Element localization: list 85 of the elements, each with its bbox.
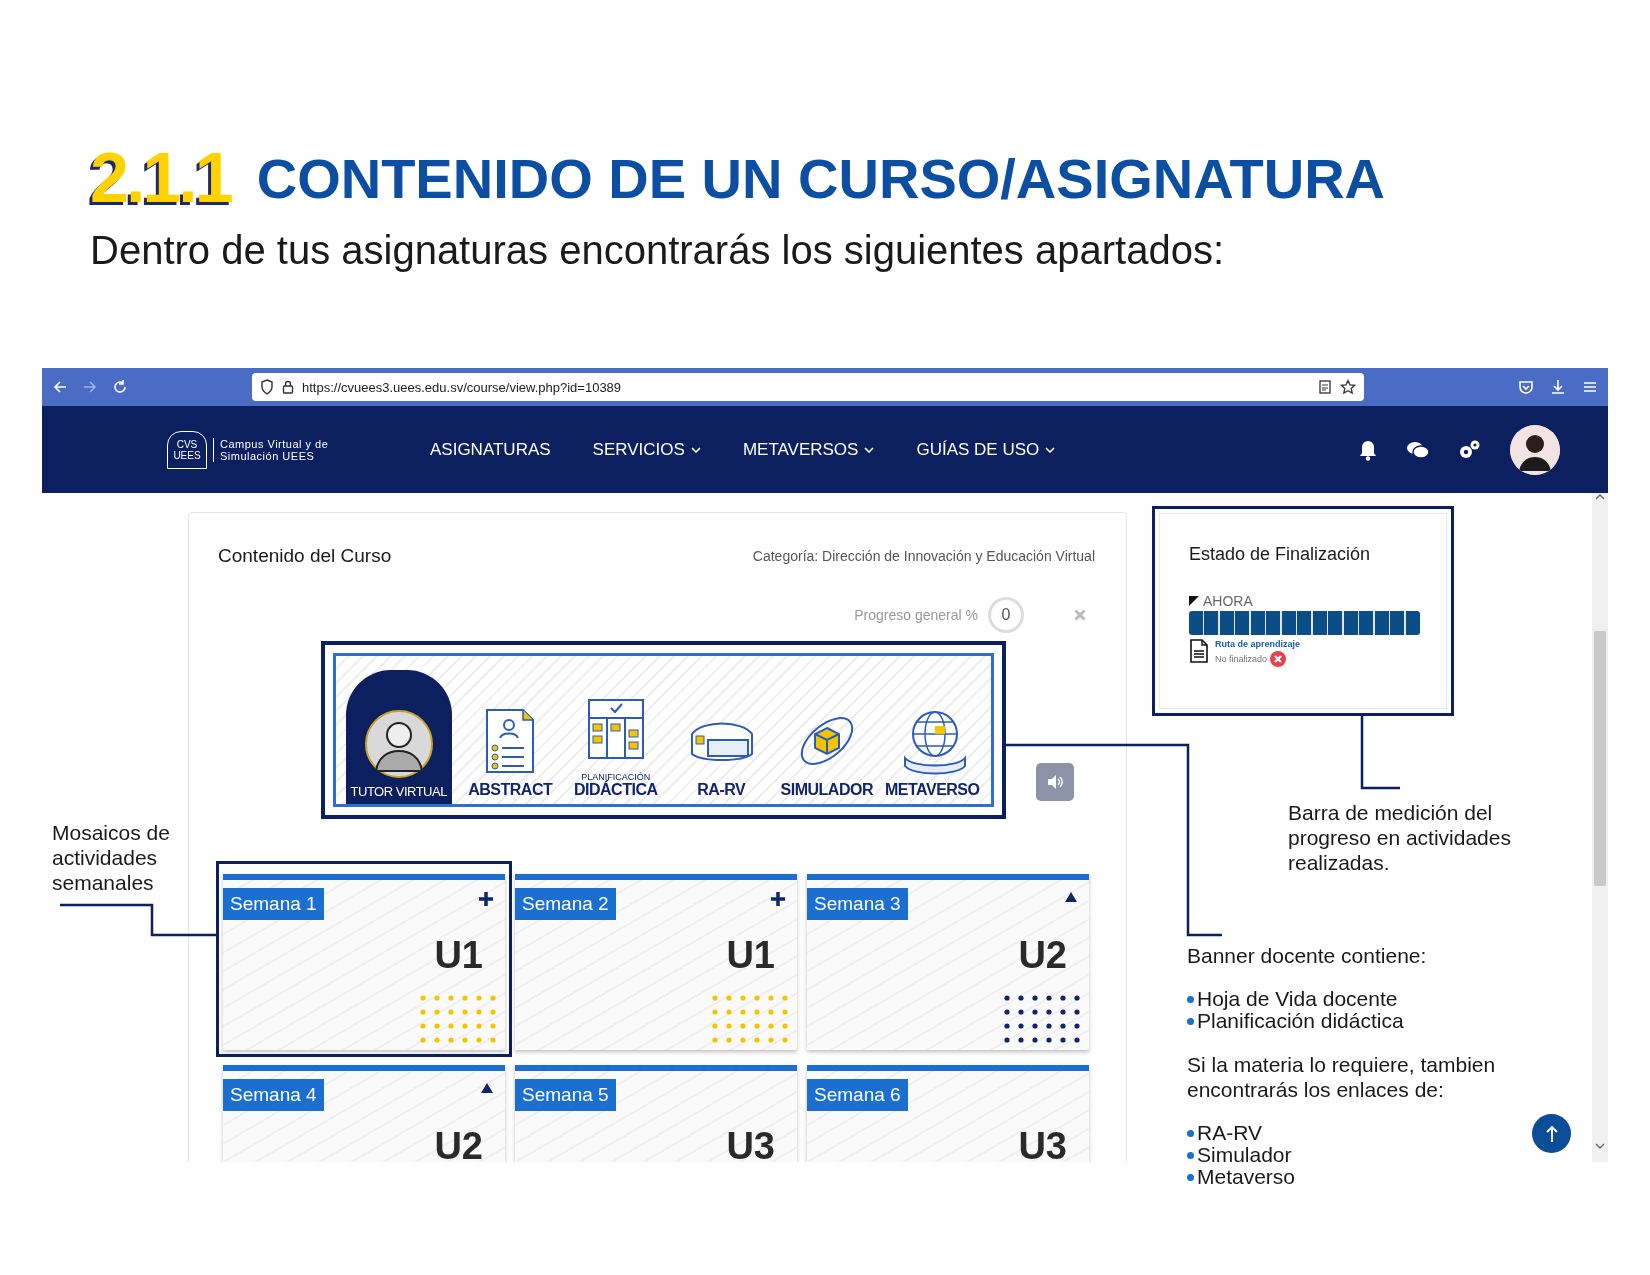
scroll-up-icon xyxy=(1595,493,1605,501)
card-title: Contenido del Curso xyxy=(218,545,392,567)
star-icon[interactable] xyxy=(1340,379,1356,395)
category-text: Categoría: Dirección de Innovación y Educación Virtual xyxy=(752,548,1095,564)
unit-label: U1 xyxy=(434,934,483,977)
bell-icon[interactable] xyxy=(1358,438,1378,461)
progress-value: 0 xyxy=(988,597,1024,633)
address-bar[interactable]: https://cvuees3.uees.edu.sv/course/view.php?id=10389 xyxy=(252,373,1364,401)
triangle-icon xyxy=(481,1083,493,1093)
chat-icon[interactable] xyxy=(1406,439,1430,460)
list-item-text: Metaverso xyxy=(1197,1166,1296,1188)
pocket-icon[interactable] xyxy=(1518,379,1534,395)
menu-item[interactable]: GUÍAS DE USO xyxy=(916,439,1056,460)
banner-link[interactable]: PLANIFICACIÓN DIDÁCTICA xyxy=(563,656,669,804)
bullet-dot-icon xyxy=(1187,1173,1194,1181)
section-label: AHORA xyxy=(1203,593,1253,609)
logo-text: Campus Virtual y de Simulación UEES xyxy=(213,437,335,462)
unit-label: U1 xyxy=(726,934,775,977)
plus-icon xyxy=(479,892,493,906)
person-icon xyxy=(363,709,434,779)
unit-label: U3 xyxy=(726,1125,775,1162)
week-tile[interactable]: Semana 1 U1 xyxy=(223,874,505,1050)
list-item-text: Hoja de Vida docente xyxy=(1197,988,1398,1010)
activity-link[interactable]: Ruta de aprendizaje xyxy=(1215,639,1301,649)
section-number: 2.1.1 xyxy=(90,138,231,218)
annotation-text: Si la materia lo requiere, tambien encontrarás los enlaces de: xyxy=(1187,1052,1497,1102)
lock-icon xyxy=(282,380,294,394)
scrollbar[interactable] xyxy=(1592,493,1608,1162)
week-tile[interactable]: Semana 3 U2 xyxy=(807,874,1089,1050)
list-item-text: Planificación didáctica xyxy=(1197,1010,1404,1032)
document-icon xyxy=(1189,639,1209,663)
download-icon[interactable] xyxy=(1550,379,1566,395)
banner-link[interactable]: ABSTRACT xyxy=(457,656,563,804)
bullet-dot-icon xyxy=(1187,995,1194,1003)
menu-item[interactable]: ASIGNATURAS xyxy=(430,439,551,460)
banner-link[interactable]: TUTOR VIRTUAL xyxy=(346,670,452,804)
avatar[interactable] xyxy=(1510,424,1560,475)
back-icon[interactable] xyxy=(52,379,68,395)
annotation-text: Barra de medición del progreso en actividades realizadas. xyxy=(1288,800,1512,875)
bullet-dot-icon xyxy=(1187,1151,1194,1159)
week-tile[interactable]: Semana 6 U3 xyxy=(807,1065,1089,1162)
banner-link[interactable]: SIMULADOR xyxy=(774,656,880,804)
section-title: CONTENIDO DE UN CURSO/ASIGNATURA xyxy=(256,145,1385,211)
annotation-text: Banner docente contiene: xyxy=(1187,943,1428,968)
menu-item[interactable]: METAVERSOS xyxy=(742,439,875,460)
shield-icon xyxy=(260,379,274,395)
annotation-text: Mosaicos de actividades semanales xyxy=(52,820,171,895)
speaker-button[interactable] xyxy=(1036,763,1074,801)
week-tile[interactable]: Semana 5 U3 xyxy=(515,1065,797,1162)
menu-item[interactable]: SERVICIOS xyxy=(592,439,701,460)
arrow-up-icon xyxy=(1544,1124,1559,1143)
unit-label: U2 xyxy=(434,1125,483,1162)
unit-label: U2 xyxy=(1018,934,1067,977)
speaker-icon xyxy=(1046,774,1064,790)
bullet-dot-icon xyxy=(1187,1017,1194,1025)
week-label: Semana 4 xyxy=(223,1079,324,1111)
list-item-text: RA-RV xyxy=(1197,1122,1262,1144)
bullet-dot-icon xyxy=(1187,1129,1194,1137)
week-label: Semana 3 xyxy=(807,888,908,920)
reader-view-icon[interactable] xyxy=(1318,380,1332,394)
status-text: No finalizado xyxy=(1215,654,1268,664)
week-label: Semana 2 xyxy=(515,888,616,920)
intro-text: Dentro de tus asignaturas encontrarás los siguientes apartados: xyxy=(90,228,1225,273)
scrollbar-thumb[interactable] xyxy=(1594,631,1606,886)
reload-icon[interactable] xyxy=(112,379,128,395)
plus-icon xyxy=(771,892,785,906)
week-tile[interactable]: Semana 4 U2 xyxy=(223,1065,505,1162)
week-label: Semana 1 xyxy=(223,888,324,920)
list-item-text: Simulador xyxy=(1197,1144,1292,1166)
week-tile[interactable]: Semana 2 U1 xyxy=(515,874,797,1050)
banner-link[interactable]: METAVERSO xyxy=(879,656,985,804)
corner-triangle-icon xyxy=(1189,596,1199,606)
unit-label: U3 xyxy=(1018,1125,1067,1162)
logo-mark[interactable]: CVS UEES xyxy=(167,430,207,469)
progress-label: Progreso general % xyxy=(854,607,978,623)
banner-link[interactable]: RA-RV xyxy=(668,656,774,804)
scroll-down-icon xyxy=(1595,1142,1605,1150)
menu-icon[interactable] xyxy=(1582,379,1598,395)
week-label: Semana 5 xyxy=(515,1079,616,1111)
url-text: https://cvuees3.uees.edu.sv/course/view.php?id=10389 xyxy=(302,379,623,395)
week-label: Semana 6 xyxy=(807,1079,908,1111)
triangle-icon xyxy=(1065,892,1077,902)
settings-icon[interactable] xyxy=(1458,438,1482,461)
back-to-top-button[interactable] xyxy=(1532,1114,1571,1153)
card-title: Estado de Finalización xyxy=(1189,544,1372,565)
